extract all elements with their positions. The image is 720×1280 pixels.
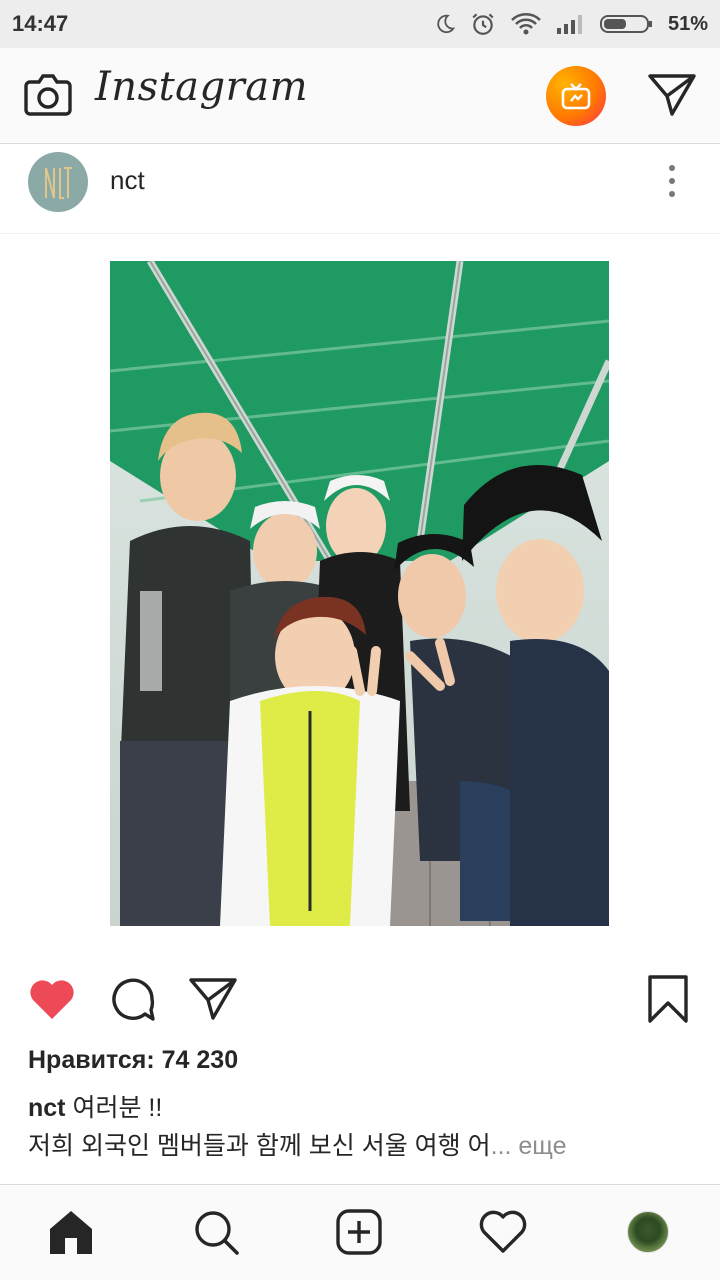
home-icon bbox=[50, 1211, 92, 1254]
nav-add-post[interactable] bbox=[334, 1207, 384, 1257]
wifi-icon bbox=[510, 12, 542, 36]
app-header: Instagram bbox=[0, 48, 720, 144]
alarm-icon bbox=[470, 11, 496, 37]
caption-username[interactable]: nct bbox=[28, 1094, 66, 1122]
nav-activity[interactable] bbox=[478, 1207, 528, 1257]
post-photo[interactable] bbox=[110, 261, 609, 926]
nct-logo-icon bbox=[45, 167, 72, 199]
post-avatar[interactable] bbox=[28, 152, 88, 212]
signal-icon bbox=[556, 13, 586, 35]
status-icons: 51% bbox=[434, 11, 708, 37]
caption-text: 여러분 !! bbox=[72, 1094, 163, 1122]
camera-button[interactable] bbox=[24, 72, 72, 118]
search-icon bbox=[195, 1211, 239, 1255]
battery-icon bbox=[599, 13, 654, 35]
battery-percent: 51% bbox=[667, 12, 708, 35]
direct-message-icon bbox=[648, 74, 696, 116]
post-header: nct bbox=[0, 145, 720, 234]
heart-filled-icon bbox=[30, 980, 74, 1019]
profile-avatar bbox=[627, 1211, 669, 1253]
likes-count[interactable]: Нравится: 74 230 bbox=[28, 1046, 238, 1075]
post-options-button[interactable] bbox=[660, 161, 684, 201]
group-selfie-image bbox=[110, 261, 609, 926]
more-link[interactable]: ... еще bbox=[491, 1132, 567, 1160]
moon-icon bbox=[434, 13, 456, 35]
comment-button[interactable] bbox=[108, 975, 158, 1023]
bottom-navigation bbox=[0, 1184, 720, 1280]
bookmark-icon bbox=[648, 975, 688, 1023]
more-vertical-icon bbox=[669, 165, 675, 197]
nav-profile[interactable] bbox=[623, 1207, 673, 1257]
activity-heart-icon bbox=[479, 1210, 527, 1253]
caption-continued: 저희 외국인 멤버들과 함께 보신 서울 여행 어... еще bbox=[28, 1126, 567, 1162]
caption: nct 여러분 !! bbox=[28, 1088, 162, 1124]
add-post-icon bbox=[336, 1209, 382, 1255]
like-button[interactable] bbox=[27, 975, 77, 1023]
status-time: 14:47 bbox=[12, 11, 69, 36]
caption-second-line: 저희 외국인 멤버들과 함께 보신 서울 여행 어 bbox=[28, 1132, 491, 1160]
share-button[interactable] bbox=[188, 975, 238, 1023]
share-icon bbox=[189, 978, 237, 1020]
post-username[interactable]: nct bbox=[110, 165, 145, 196]
status-bar: 14:47 51% bbox=[0, 0, 720, 48]
nav-home[interactable] bbox=[46, 1207, 96, 1257]
direct-message-button[interactable] bbox=[647, 72, 697, 118]
igtv-button[interactable] bbox=[546, 66, 606, 126]
camera-icon bbox=[24, 74, 72, 116]
save-button[interactable] bbox=[645, 975, 691, 1023]
nav-search[interactable] bbox=[191, 1207, 241, 1257]
comment-icon bbox=[112, 978, 155, 1021]
igtv-icon bbox=[561, 83, 591, 110]
instagram-logo: Instagram bbox=[95, 64, 309, 110]
